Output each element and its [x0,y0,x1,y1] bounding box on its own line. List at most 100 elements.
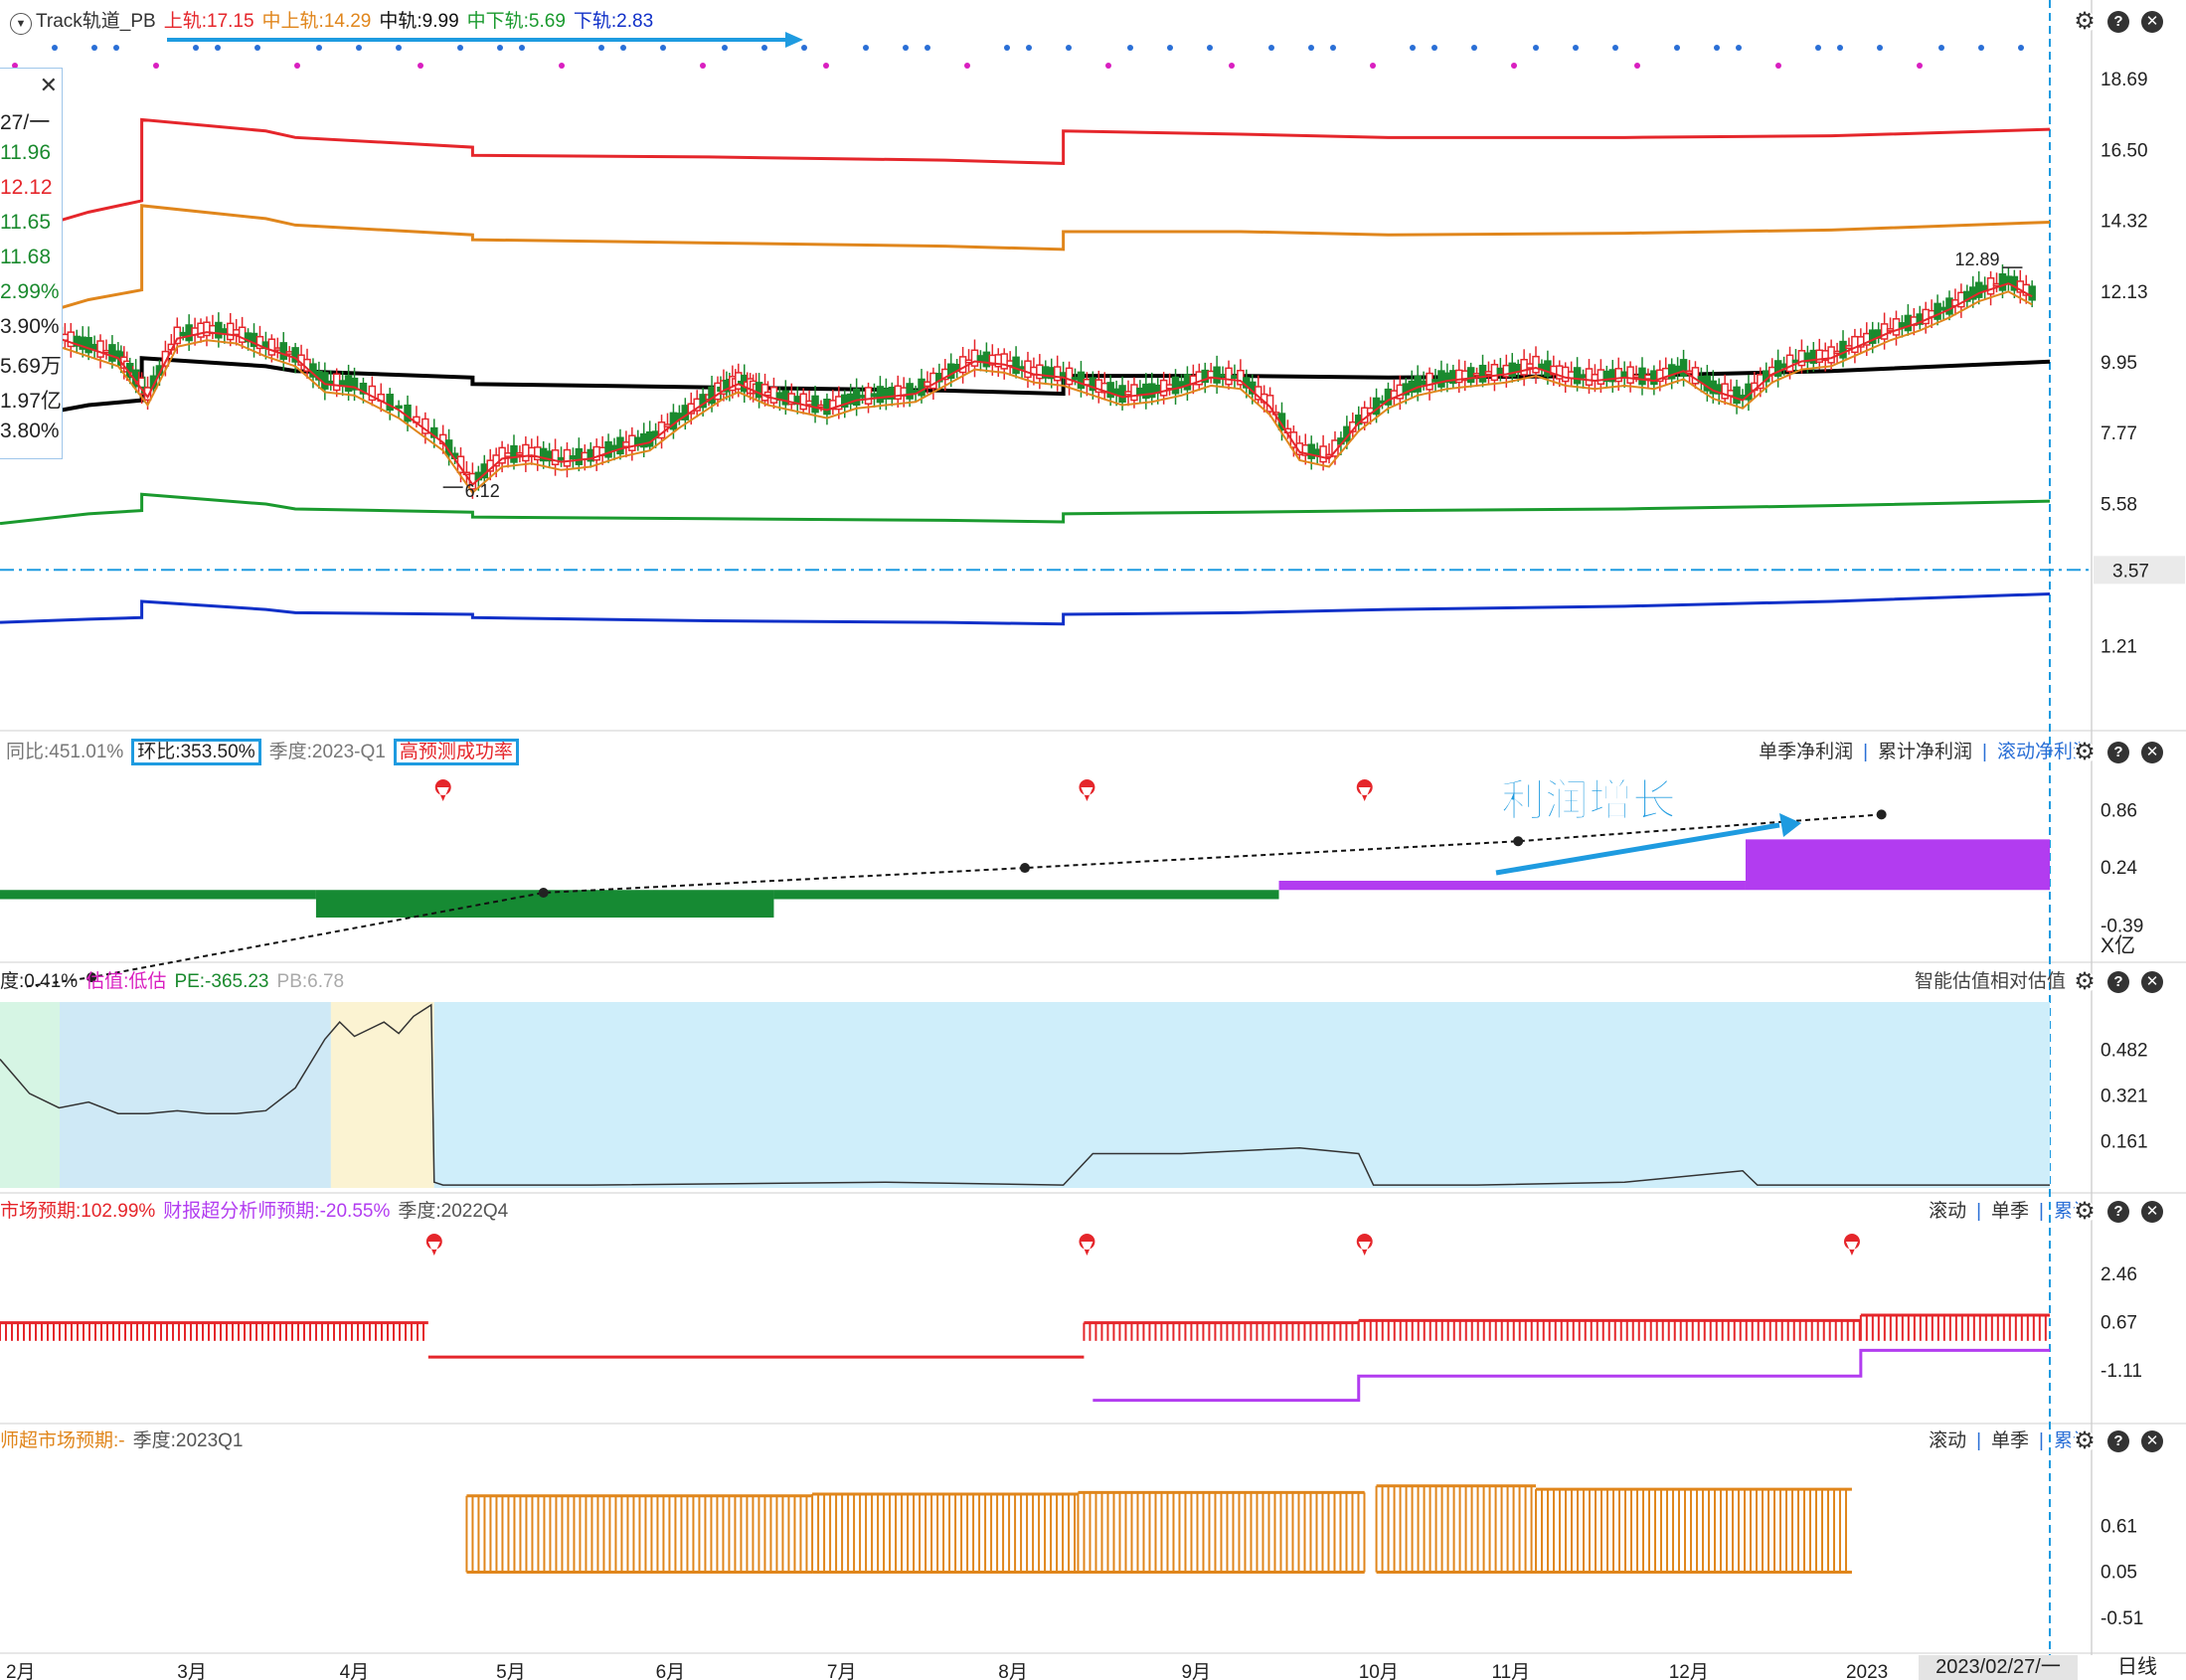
info-row: 12.12 [0,176,53,199]
x-tick-label: 10月 [1359,1662,1399,1680]
candle-body [321,372,329,390]
candle-body [102,349,110,354]
gear-icon[interactable]: ⚙ [2074,741,2096,764]
menu-single-quarter-2[interactable]: 单季 [1991,1430,2029,1451]
candle-body [1644,374,1652,380]
profit-menu: 单季净利润 | 累计净利润 | 滚动净利润 [1759,742,2092,762]
x-tick-label: 8月 [998,1662,1028,1680]
help-icon[interactable]: ? [2107,1430,2129,1452]
close-icon[interactable]: ✕ [2141,11,2163,33]
indicator-name[interactable]: Track轨道_PB [36,11,156,32]
analyst-menu: 滚动 | 单季 | 累计 [1929,1430,2092,1451]
candle-body [645,430,654,447]
candle-body [185,324,193,342]
gear-icon[interactable]: ⚙ [2074,970,2096,994]
candle-body [1998,272,2007,291]
close-icon[interactable]: ✕ [2141,1430,2163,1452]
valuation-title[interactable]: 智能估值相对估值 [1915,970,2066,994]
close-icon[interactable]: ✕ [40,73,58,98]
info-row: 3.90% [0,315,60,338]
candle-body [870,393,879,398]
candle-body [876,386,885,404]
help-icon[interactable]: ? [2107,1201,2129,1223]
candle-body [1561,366,1570,383]
signal-dot [1815,45,1821,51]
analyst-panel-icons: ⚙ ? ✕ [2074,1429,2163,1453]
gear-icon[interactable]: ⚙ [2074,1429,2096,1453]
candle-body [1939,306,1947,311]
help-icon[interactable]: ? [2107,971,2129,993]
signal-dot [1410,45,1416,51]
candle-body [1579,374,1588,379]
candle-body [504,452,512,457]
candle-body [1785,354,1794,373]
candle-body [84,336,92,354]
signal-dot [153,63,159,69]
x-tick-label: 2023 [1846,1662,1888,1680]
candle-body [1484,371,1493,376]
menu-rolling[interactable]: 滚动 [1929,1201,1966,1222]
x-tick-label: 2月 [6,1662,36,1680]
close-icon[interactable]: ✕ [2141,742,2163,763]
signal-dot [1612,45,1618,51]
candle-body [1904,314,1913,332]
candle-body [510,444,518,463]
signal-dot [1026,45,1032,51]
candle-body [1071,377,1080,381]
candle-body [805,400,813,406]
close-icon[interactable]: ✕ [2141,1201,2163,1223]
candle-body [569,454,578,460]
candle-body [1898,322,1907,328]
candle-body [858,395,867,399]
signal-dot [316,45,322,51]
signal-dot [1268,45,1274,51]
help-icon[interactable]: ? [2107,11,2129,33]
chart-canvas: 18.69 16.50 14.32 12.13 9.95 7.77 5.58 3.57 1.21… [0,0,2186,1680]
candle-body [1851,335,1859,354]
gear-icon[interactable]: ⚙ [2074,10,2096,34]
analyst-season: 季度:2023Q1 [132,1430,244,1451]
mid-upper-rail-value: 中上轨:14.29 [261,11,372,32]
candle-body [604,440,612,458]
main-panel-icons: ⚙ ? ✕ [2074,10,2163,34]
signal-dot [903,45,909,51]
y-tick-label: -1.11 [2101,1361,2142,1382]
profit-trend-point [1876,809,1887,820]
y-tick-label: 16.50 [2101,140,2148,161]
candle-body [823,398,831,416]
candle-body [1148,383,1156,399]
header-dropdown-icon[interactable]: ▼ [10,13,32,35]
help-icon[interactable]: ? [2107,742,2129,763]
x-tick-label: 5月 [496,1662,526,1680]
candle-body [1632,374,1640,379]
signal-dot [1207,45,1213,51]
close-icon[interactable]: ✕ [2141,971,2163,993]
candle-body [1833,350,1841,355]
candle-body [285,351,293,355]
x-tick-label: 7月 [827,1662,857,1680]
y-tick-label: 0.24 [2101,858,2137,879]
signal-dot [418,63,423,69]
signal-dot [1105,63,1111,69]
cursor-date: 2023/02/27/一 [1919,1655,2078,1680]
menu-cumulative-profit[interactable]: 累计净利润 [1878,742,1972,762]
signal-dot [1066,45,1072,51]
info-row: 2.99% [0,280,60,303]
mid-lower-rail-value: 中下轨:5.69 [466,11,566,32]
signal-dot [1167,45,1173,51]
upper-rail-line [0,117,2051,240]
menu-single-quarter[interactable]: 单季 [1991,1201,2029,1222]
info-row: 11.96 [0,141,51,164]
candle-body [1845,345,1853,350]
menu-rolling-2[interactable]: 滚动 [1929,1430,1966,1451]
period-selector[interactable]: 日线 [2117,1655,2157,1680]
candle-body [1472,373,1481,377]
signal-dot [1634,63,1640,69]
menu-single-quarter-profit[interactable]: 单季净利润 [1759,742,1853,762]
dashed-level-label: 3.57 [2112,561,2149,582]
candle-body [1053,366,1062,382]
candle-body [1142,383,1150,400]
gear-icon[interactable]: ⚙ [2074,1200,2096,1224]
crosshair-info-box: ✕ 27/一 11.96 12.12 11.65 11.68 2.99% 3.90% 5.69… [0,68,63,459]
signal-dot [1330,45,1336,51]
